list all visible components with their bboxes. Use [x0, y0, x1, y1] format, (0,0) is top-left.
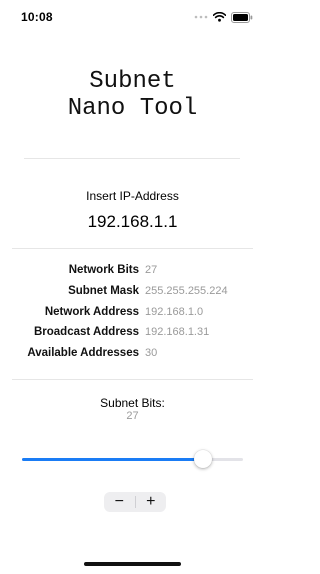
app-title-line-1: Subnet [89, 68, 176, 95]
subnet-bits-label: Subnet Bits: [100, 396, 165, 410]
result-label: Network Address [44, 306, 139, 318]
result-row-network-address: Network Address 192.168.1.0 [0, 306, 265, 322]
result-value: 192.168.1.31 [145, 326, 210, 338]
result-label: Available Addresses [27, 347, 139, 359]
status-icons [194, 11, 253, 23]
subnet-bits-value: 27 [126, 410, 139, 422]
divider [12, 379, 253, 380]
divider [12, 248, 253, 249]
slider-thumb[interactable] [194, 450, 213, 468]
result-label: Subnet Mask [68, 285, 139, 297]
result-label: Network Bits [68, 264, 139, 276]
result-value: 192.168.1.0 [145, 306, 204, 318]
result-row-network-bits: Network Bits 27 [0, 264, 265, 280]
result-value: 27 [145, 264, 158, 276]
dots-icon [194, 15, 208, 19]
status-time: 10:08 [21, 10, 53, 24]
subnet-bits-slider[interactable] [22, 449, 243, 469]
ip-address-label: Insert IP-Address [86, 189, 179, 203]
result-row-available-addresses: Available Addresses 30 [0, 347, 265, 363]
divider [24, 158, 240, 159]
result-row-subnet-mask: Subnet Mask 255.255.255.224 [0, 285, 265, 301]
wifi-icon [213, 12, 226, 22]
result-value: 30 [145, 347, 158, 359]
result-value: 255.255.255.224 [145, 285, 228, 297]
ip-address-field[interactable] [40, 212, 225, 232]
status-bar: 10:08 [0, 0, 265, 34]
home-indicator [84, 562, 181, 566]
slider-fill [22, 458, 204, 461]
app-title: Subnet Nano Tool [0, 68, 265, 122]
increment-button[interactable]: + [136, 492, 167, 512]
decrement-button[interactable]: − [104, 492, 135, 512]
subnet-bits-stepper: − + [104, 492, 166, 512]
result-row-broadcast-address: Broadcast Address 192.168.1.31 [0, 326, 265, 342]
result-label: Broadcast Address [33, 326, 139, 338]
battery-icon [231, 11, 253, 23]
app-title-line-2: Nano Tool [67, 95, 198, 122]
